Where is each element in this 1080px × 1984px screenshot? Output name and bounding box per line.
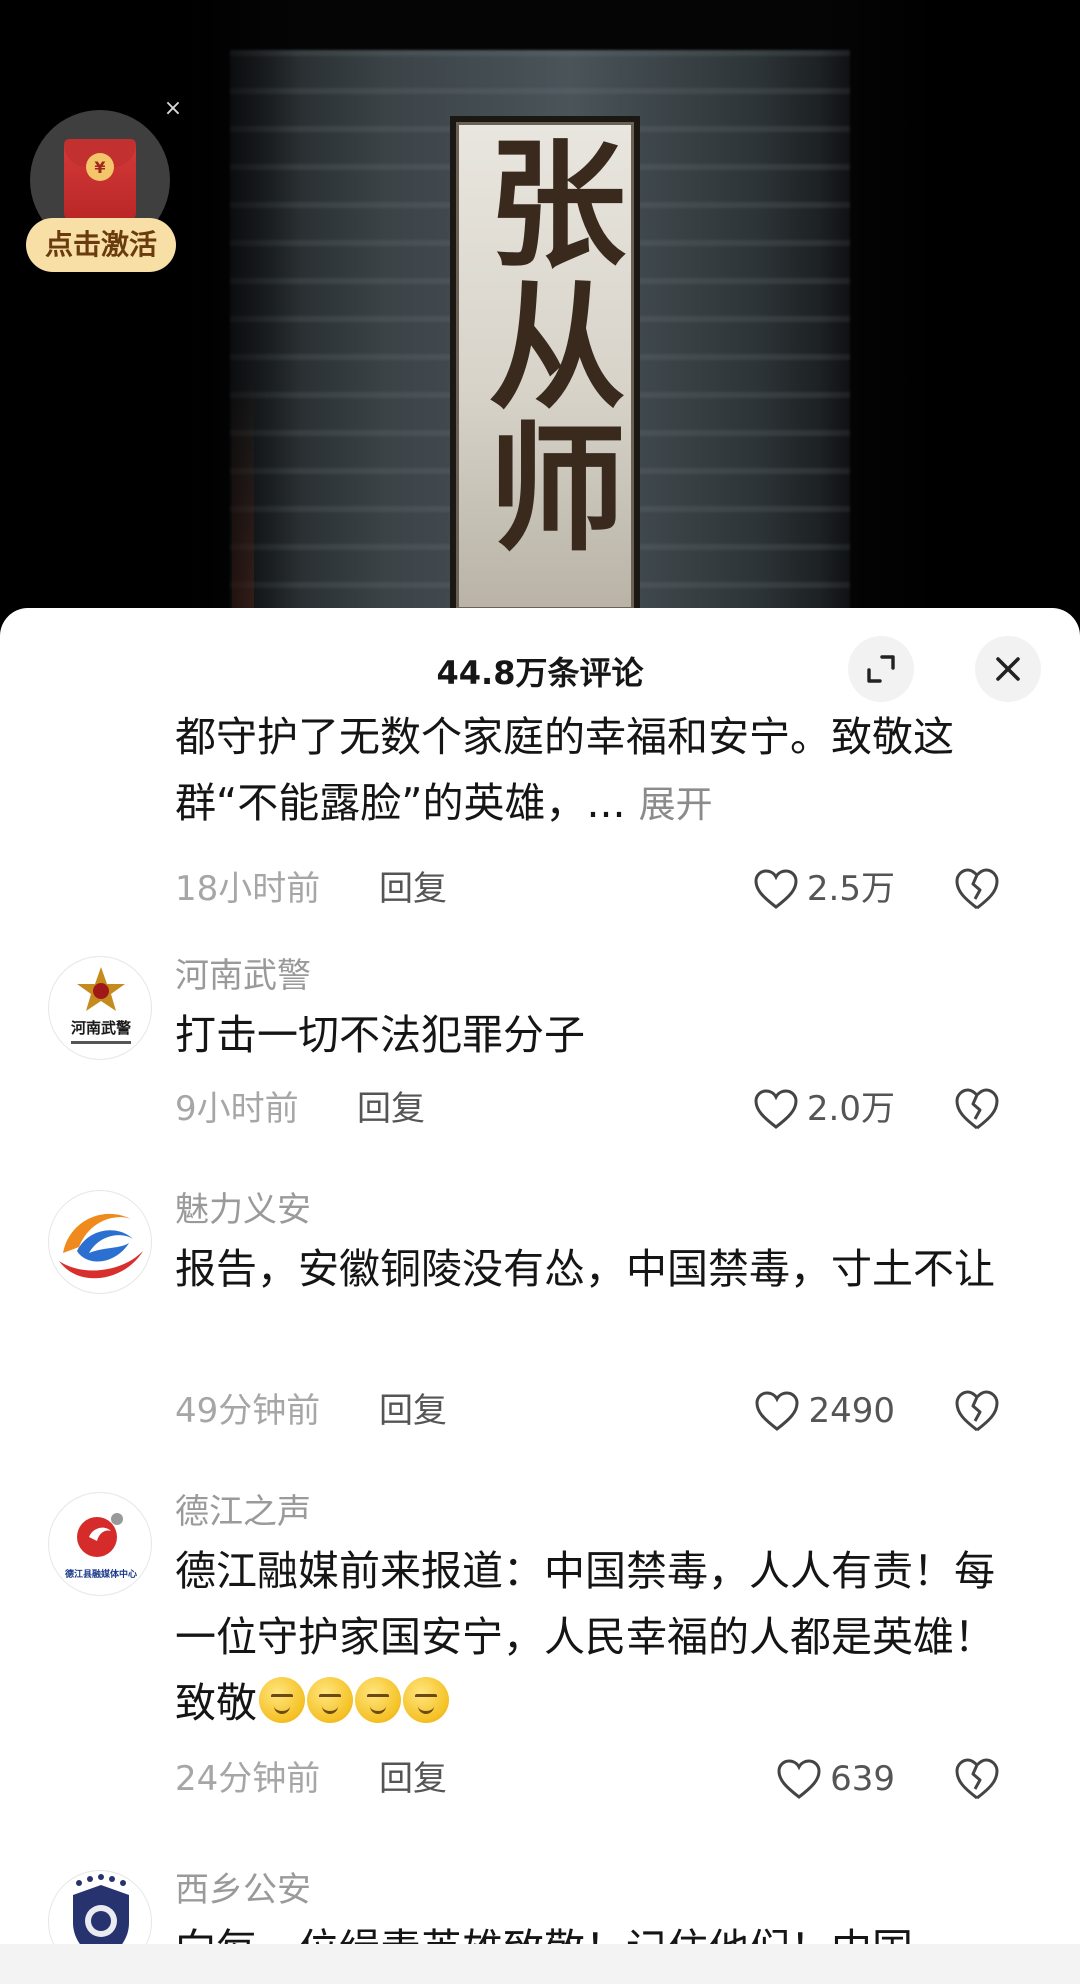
salute-emoji-icon [403,1677,449,1723]
comment-text-body: 都守护了无数个家庭的幸福和安宁。致敬这群“不能露脸”的英雄，... [175,713,954,827]
dislike-button[interactable] [953,866,1001,912]
heart-icon [777,1759,821,1799]
expand-icon [867,655,895,683]
activate-button[interactable]: 点击激活 [26,218,176,272]
like-count: 2.0万 [806,1089,895,1129]
video-shade-left [0,0,300,640]
comment-sheet: 44.8万条评论 都守护了无数个家庭的幸福和安宁。致敬这群“不能露脸”的英雄，.… [0,608,1080,1984]
salute-emoji-icon [355,1677,401,1723]
heart-icon [754,869,798,909]
red-envelope-icon: ¥ [64,139,136,221]
reply-button[interactable]: 回复 [357,1084,425,1134]
like-count: 2.5万 [806,869,895,909]
close-icon [996,657,1020,681]
avatar[interactable]: 河南武警 [48,956,152,1060]
salute-emoji-icon [259,1677,305,1723]
comment-meta: 18小时前 回复 2.5万 [175,864,1055,914]
yian-logo-icon [59,1213,143,1279]
svg-text:河南武警: 河南武警 [71,1019,131,1037]
wujing-logo-icon: 河南武警 [71,967,131,1044]
close-sheet-button[interactable] [975,636,1041,702]
salute-emoji-icon [307,1677,353,1723]
like-count: 2490 [808,1391,895,1431]
svg-text:德江县融媒体中心: 德江县融媒体中心 [65,1568,137,1580]
comment-time: 49分钟前 [175,1391,321,1431]
video-plaque: 张从师 [450,116,640,616]
comment-time: 24分钟前 [175,1759,321,1799]
red-envelope-close-icon[interactable]: × [160,96,186,122]
like-count: 639 [830,1759,895,1799]
expand-comment-link[interactable]: 展开 [639,783,713,826]
expand-sheet-button[interactable] [848,636,914,702]
coin-icon: ¥ [86,153,114,181]
comment-text: 都守护了无数个家庭的幸福和安宁。致敬这群“不能露脸”的英雄，... 展开 [175,704,1015,838]
comment-username[interactable]: 魅力义安 [175,1182,311,1231]
comment-text: 打击一切不法犯罪分子 [175,1011,585,1059]
reply-button[interactable]: 回复 [379,1386,447,1436]
like-button[interactable]: 2.5万 [753,864,895,914]
dislike-button[interactable] [953,1086,1001,1132]
like-button[interactable]: 2490 [754,1386,895,1436]
comment-username[interactable]: 德江之声 [175,1484,311,1533]
comment-time: 18小时前 [175,869,321,909]
dejiang-logo-icon: 德江县融媒体中心 [63,1513,139,1580]
plaque-text: 张从师 [464,132,627,558]
reply-button[interactable]: 回复 [379,864,447,914]
comment-username[interactable]: 河南武警 [175,948,311,997]
comment-meta: 24分钟前 回复 639 [175,1754,1055,1804]
like-button[interactable]: 2.0万 [753,1084,895,1134]
heart-icon [755,1391,799,1431]
comment-meta: 49分钟前 回复 2490 [175,1386,1055,1436]
comment-username[interactable]: 西乡公安 [175,1862,311,1911]
comment-text: 德江融媒前来报道：中国禁毒，人人有责！每一位守护家国安宁，人民幸福的人都是英雄！… [175,1538,1015,1736]
avatar[interactable] [48,1190,152,1294]
video-shade-right [820,0,1080,640]
heart-icon [754,1089,798,1129]
comment-time: 9小时前 [175,1089,299,1129]
reply-button[interactable]: 回复 [379,1754,447,1804]
bottom-bar [0,1944,1080,1984]
video-player[interactable]: 张从师 ¥ × 点击激活 [0,0,1080,640]
dislike-button[interactable] [953,1756,1001,1802]
like-button[interactable]: 639 [776,1754,895,1804]
comment-count-title: 44.8万条评论 [436,654,644,692]
dislike-button[interactable] [953,1388,1001,1434]
comment-meta: 9小时前 回复 2.0万 [175,1084,1055,1134]
comment-text: 报告，安徽铜陵没有怂，中国禁毒，寸土不让 [175,1245,995,1293]
avatar[interactable]: 德江县融媒体中心 [48,1492,152,1596]
